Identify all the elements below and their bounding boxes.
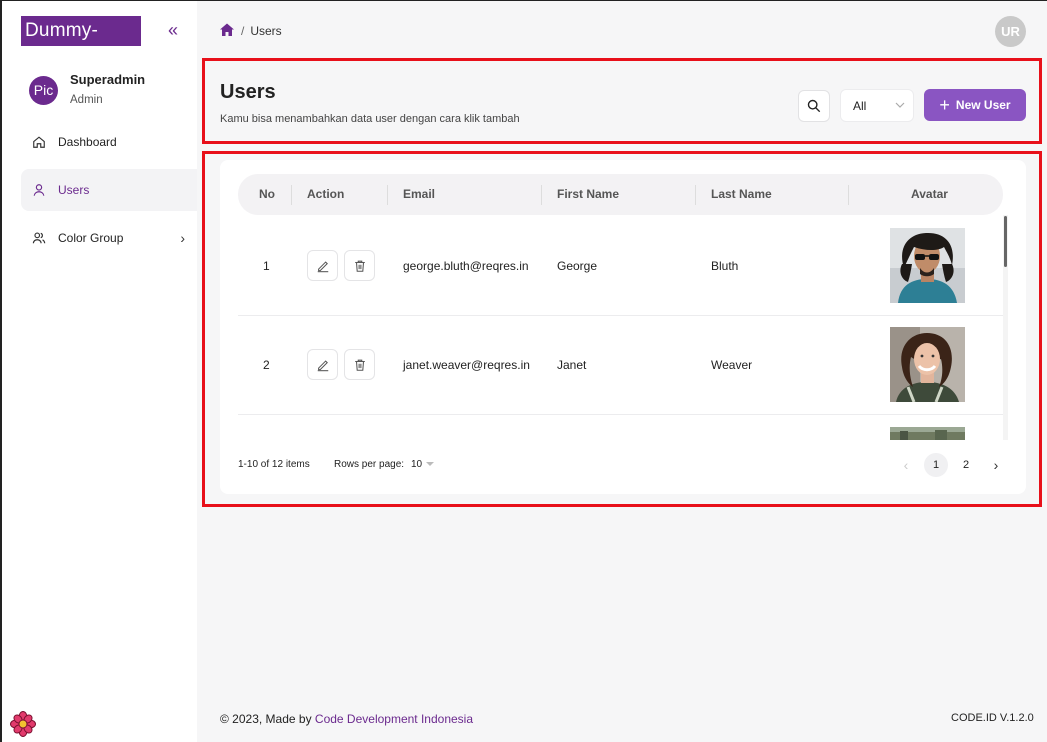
footer-copyright: © 2023, Made by Code Development Indones… <box>220 712 473 726</box>
user-icon <box>33 184 45 196</box>
chevron-right-icon: › <box>180 230 185 246</box>
sidebar: Dummy-Logo « Pic Superadmin Admin Dashbo… <box>2 1 197 742</box>
app-logo[interactable]: Dummy-Logo <box>21 16 141 71</box>
profile-name: Superadmin <box>70 72 146 87</box>
footer-copyright-text: © 2023, Made by <box>220 712 315 726</box>
home-outline-icon <box>33 136 45 148</box>
sidebar-item-dashboard[interactable]: Dashboard <box>21 121 197 163</box>
breadcrumb-separator: / <box>241 24 245 38</box>
highlight-box-header <box>202 58 1042 144</box>
footer-company-link[interactable]: Code Development Indonesia <box>315 712 473 726</box>
collapse-sidebar-icon[interactable]: « <box>168 21 178 39</box>
profile-role: Admin <box>70 94 103 106</box>
sidebar-item-label: Color Group <box>58 231 124 245</box>
sidebar-item-users[interactable]: Users <box>21 169 197 211</box>
footer-version: CODE.ID V.1.2.0 <box>951 712 1034 724</box>
breadcrumb: / Users <box>241 24 282 38</box>
home-icon[interactable] <box>219 22 235 38</box>
user-menu-avatar[interactable]: UR <box>995 16 1026 47</box>
breadcrumb-current: Users <box>250 24 282 38</box>
sidebar-item-label: Users <box>58 183 90 197</box>
users-group-icon <box>32 232 46 244</box>
sidebar-item-label: Dashboard <box>58 135 117 149</box>
sidebar-item-color-group[interactable]: Color Group › <box>21 217 197 259</box>
profile-avatar: Pic <box>29 76 58 105</box>
highlight-box-table <box>202 151 1042 507</box>
flower-logo-icon <box>10 711 36 737</box>
